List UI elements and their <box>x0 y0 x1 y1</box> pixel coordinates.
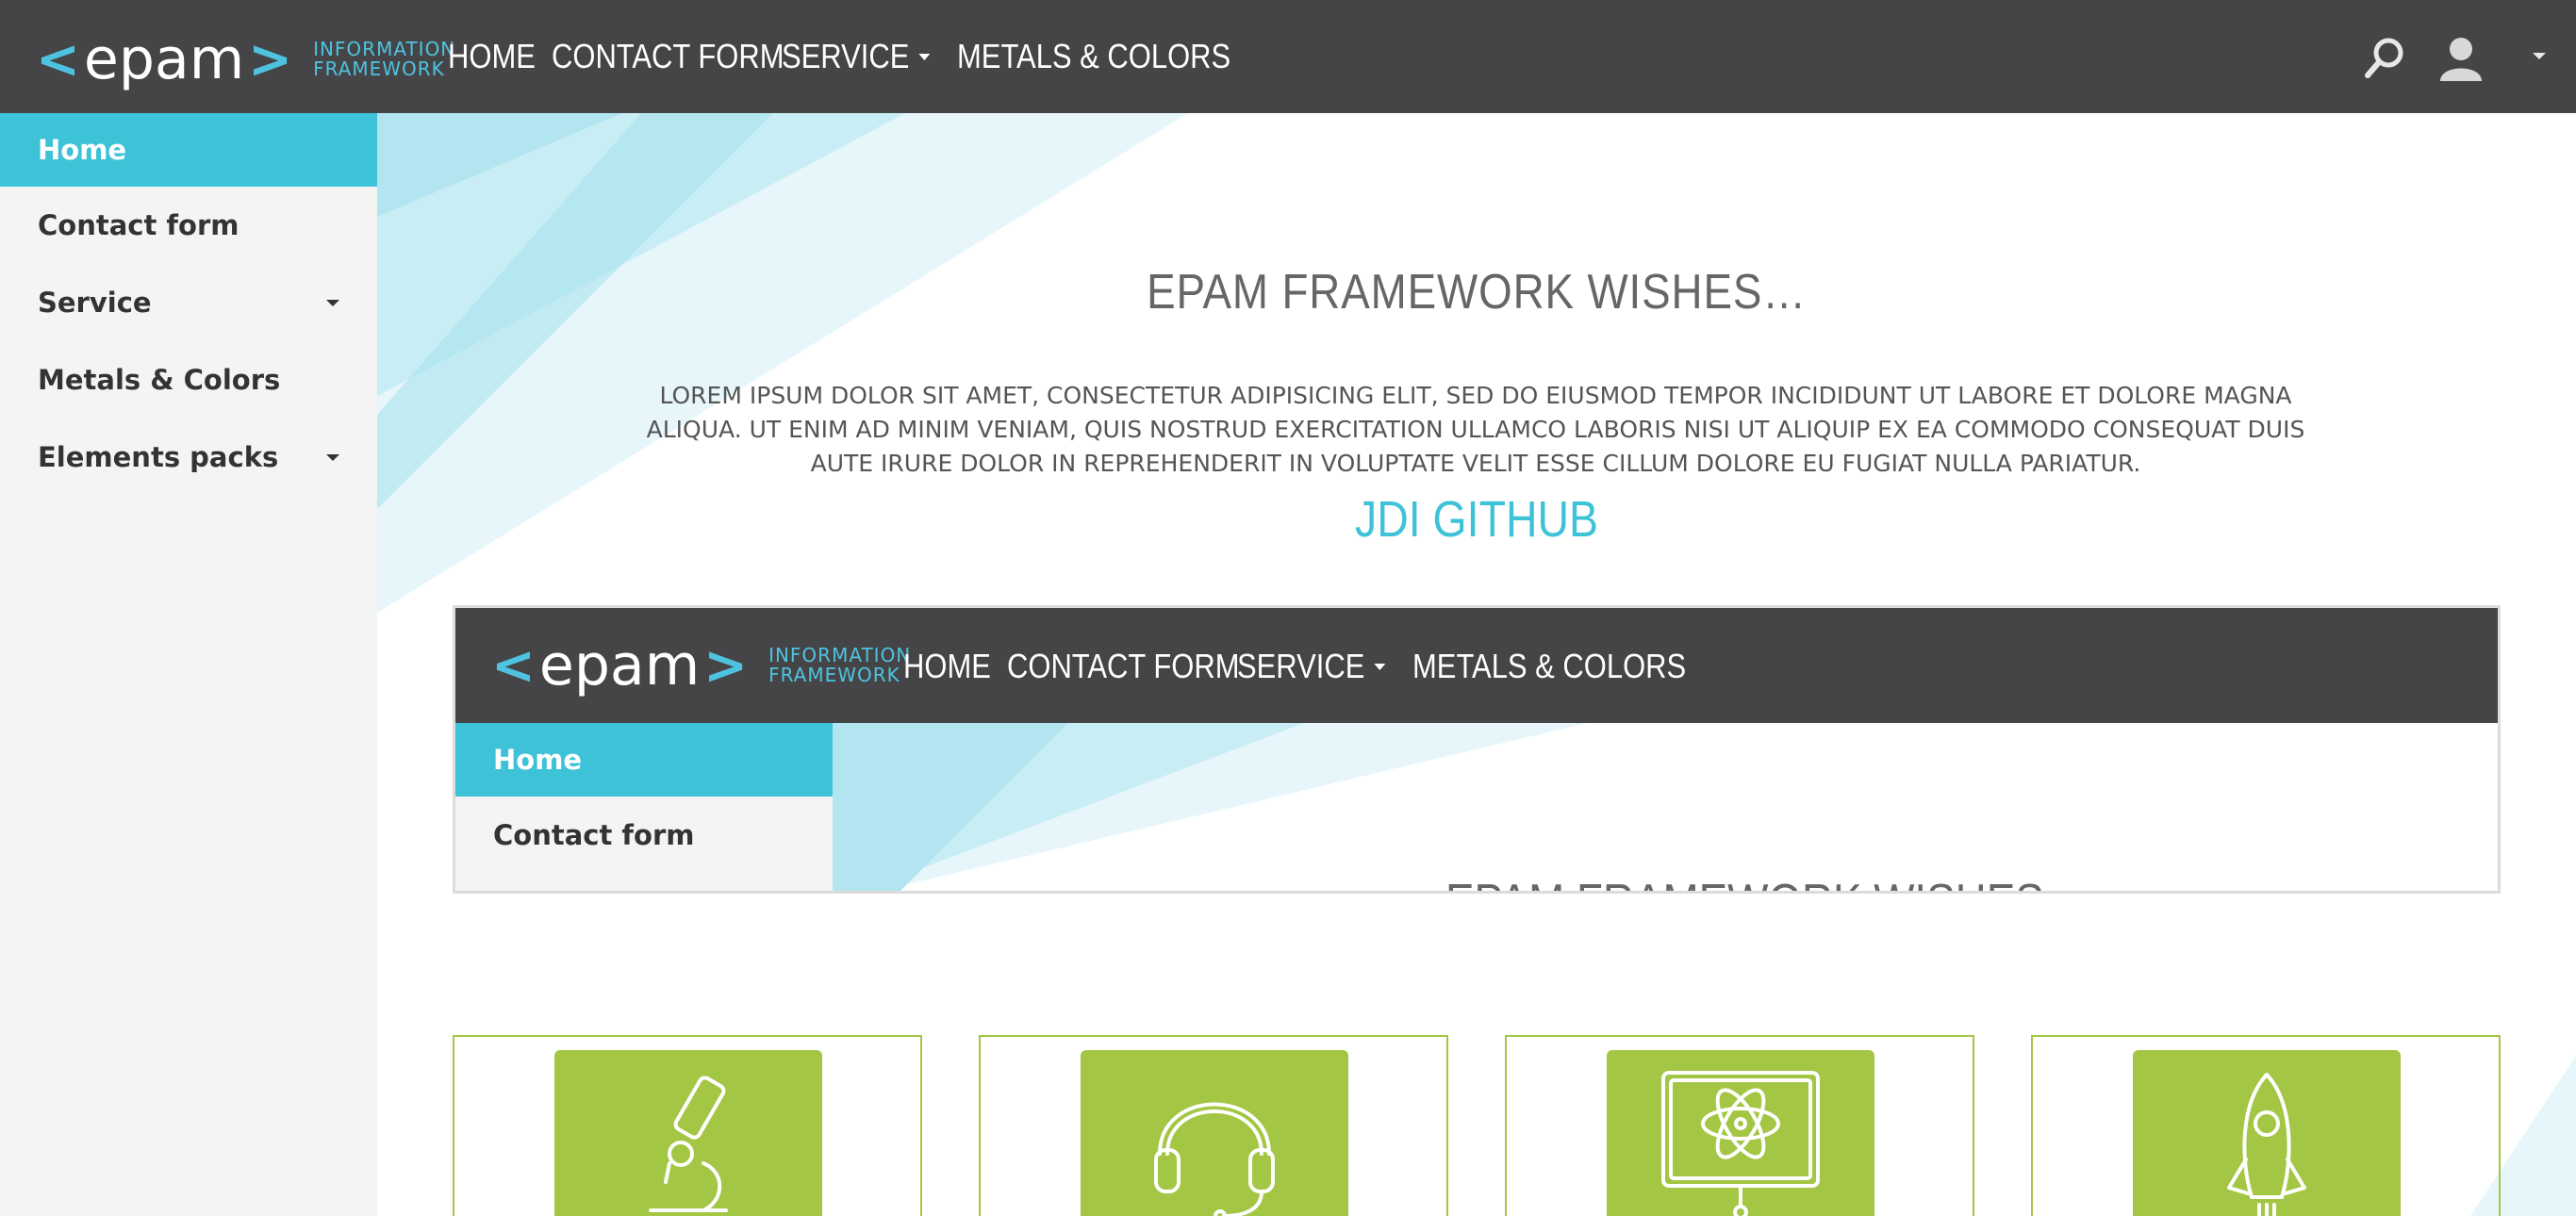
logo-right-bracket: > <box>248 28 293 90</box>
sidebar-item-service[interactable]: Service <box>0 264 377 341</box>
frame-logo-tagline-line2: FRAMEWORK <box>768 664 900 686</box>
chevron-down-icon <box>918 53 931 60</box>
sidebar-item-metals-colors[interactable]: Metals & Colors <box>0 341 377 419</box>
frame-top-menu-service-label: SERVICE <box>1237 647 1365 685</box>
chevron-down-icon <box>1374 663 1386 670</box>
top-menu-home[interactable]: HOME <box>448 37 537 76</box>
sidebar-item-home[interactable]: Home <box>0 113 377 187</box>
sidebar-item-metals-colors-label: Metals & Colors <box>38 364 281 396</box>
top-menu-service-label: SERVICE <box>782 37 910 75</box>
logo-tagline-line2: FRAMEWORK <box>313 58 445 80</box>
search-icon[interactable] <box>2362 34 2409 81</box>
frame-top-menu-service[interactable]: SERVICE <box>1237 647 1388 686</box>
frame-top-menu-home[interactable]: HOME <box>903 647 993 686</box>
frame-sidebar-item-contact-form[interactable]: Contact form <box>455 797 833 874</box>
top-menu-metals-colors[interactable]: METALS & COLORS <box>957 37 1230 76</box>
frame-sidebar: Home Contact form <box>455 723 833 891</box>
frame-top-menu-metals-colors-label: METALS & COLORS <box>1412 647 1687 685</box>
frame-header: < epam > INFORMATION FRAMEWORK HOME CONT… <box>455 608 2498 723</box>
monitor-atom-icon <box>1661 1071 1820 1216</box>
top-menu-service[interactable]: SERVICE <box>782 37 933 76</box>
top-menu-contact-form-label: CONTACT FORM <box>552 37 784 75</box>
frame-top-menu-contact-form-label: CONTACT FORM <box>1007 647 1240 685</box>
top-menu-contact-form[interactable]: CONTACT FORM <box>552 37 784 76</box>
frame-sidebar-item-home-label: Home <box>493 744 583 776</box>
top-menu-metals-colors-label: METALS & COLORS <box>957 37 1231 75</box>
headset-icon <box>1154 1102 1275 1216</box>
chevron-down-icon <box>326 453 339 461</box>
rocket-icon <box>2227 1073 2306 1216</box>
frame-logo-right-bracket: > <box>703 634 749 697</box>
sidebar-item-service-label: Service <box>38 287 152 319</box>
logo-word: epam <box>83 26 245 92</box>
frame-sidebar-item-contact-form-label: Contact form <box>493 819 695 851</box>
logo-tagline: INFORMATION FRAMEWORK <box>313 40 455 79</box>
frame-logo-word: epam <box>538 633 701 698</box>
user-menu-chevron-down-icon[interactable] <box>2533 53 2546 59</box>
sidebar-item-elements-packs-label: Elements packs <box>38 441 279 473</box>
benefit-icon-tile-1 <box>554 1050 822 1216</box>
embedded-frame[interactable]: < epam > INFORMATION FRAMEWORK HOME CONT… <box>453 605 2501 894</box>
frame-top-menu-metals-colors[interactable]: METALS & COLORS <box>1412 647 1686 686</box>
sidebar-item-home-label: Home <box>38 134 127 166</box>
frame-logo-left-bracket: < <box>491 634 536 697</box>
jdi-github-link[interactable]: JDI GITHUB <box>531 490 2422 549</box>
epam-logo[interactable]: < epam > INFORMATION FRAMEWORK <box>36 26 455 92</box>
page-title: EPAM FRAMEWORK WISHES… <box>1147 265 1807 320</box>
frame-background-decoration <box>833 723 1587 891</box>
benefit-icon-tile-2 <box>1081 1050 1348 1216</box>
sidebar: Home Contact form Service Metals & Color… <box>0 113 377 1216</box>
top-menu: HOME CONTACT FORM SERVICE METALS & COLOR… <box>448 36 1240 77</box>
frame-top-menu-home-label: HOME <box>903 647 991 685</box>
logo-left-bracket: < <box>36 28 80 90</box>
frame-epam-logo[interactable]: < epam > INFORMATION FRAMEWORK <box>491 633 911 698</box>
top-menu-home-label: HOME <box>448 37 536 75</box>
benefit-icon-tile-4 <box>2133 1050 2401 1216</box>
frame-page-title: EPAM FRAMEWORK WISHES… <box>1445 874 2088 891</box>
main-content: EPAM FRAMEWORK WISHES… LOREM IPSUM DOLOR… <box>377 113 2576 1216</box>
frame-logo-tagline: INFORMATION FRAMEWORK <box>768 646 911 685</box>
frame-top-menu-contact-form[interactable]: CONTACT FORM <box>1007 647 1240 686</box>
sidebar-item-contact-form-label: Contact form <box>38 209 239 241</box>
intro-text: LOREM IPSUM DOLOR SIT AMET, CONSECTETUR … <box>646 382 2305 477</box>
chevron-down-icon <box>326 299 339 306</box>
sidebar-item-contact-form[interactable]: Contact form <box>0 187 377 264</box>
sidebar-item-elements-packs[interactable]: Elements packs <box>0 419 377 496</box>
user-icon[interactable] <box>2436 34 2485 83</box>
frame-sidebar-item-home[interactable]: Home <box>455 723 833 797</box>
benefit-icon-tile-3 <box>1607 1050 1874 1216</box>
microscope-icon <box>649 1076 728 1212</box>
frame-top-menu: HOME CONTACT FORM SERVICE METALS & COLOR… <box>903 646 1695 687</box>
top-header: < epam > INFORMATION FRAMEWORK HOME CONT… <box>0 0 2576 113</box>
